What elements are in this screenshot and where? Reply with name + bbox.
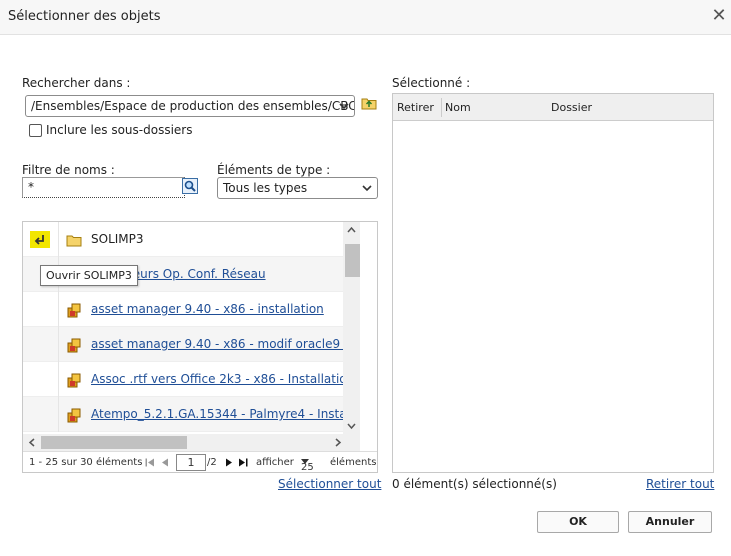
- page-size-value: 25: [301, 462, 314, 473]
- row-action-cell: [23, 292, 59, 327]
- package-icon: [67, 303, 81, 318]
- scroll-left-icon[interactable]: [28, 438, 36, 447]
- selected-panel: Retirer Nom Dossier: [392, 93, 714, 473]
- include-subfolders-label: Inclure les sous-dossiers: [46, 123, 193, 137]
- horizontal-scrollbar[interactable]: [23, 434, 360, 451]
- row-action-cell: [23, 397, 59, 432]
- scroll-right-icon[interactable]: [334, 438, 342, 447]
- page-size-select[interactable]: 25: [301, 457, 314, 472]
- cancel-button[interactable]: Annuler: [628, 511, 712, 533]
- tooltip: Ouvrir SOLIMP3: [40, 265, 138, 286]
- remove-all-link[interactable]: Retirer tout: [646, 477, 714, 491]
- items-label: éléments: [330, 457, 377, 468]
- column-header-name[interactable]: Nom: [445, 101, 471, 114]
- list-item-folder[interactable]: SOLIMP3: [23, 222, 343, 257]
- object-list-panel: SOLIMP3 Utilisateurs Op. Conf. Réseau as…: [22, 221, 378, 473]
- object-list: SOLIMP3 Utilisateurs Op. Conf. Réseau as…: [23, 222, 343, 434]
- folder-up-icon[interactable]: [361, 96, 377, 110]
- object-link[interactable]: asset manager 9.40 - x86 - installation: [91, 302, 324, 316]
- row-action-cell: [23, 222, 59, 257]
- path-select[interactable]: /Ensembles/Espace de production des ense…: [25, 95, 355, 117]
- folder-icon: [66, 235, 82, 247]
- column-divider: [441, 98, 442, 117]
- folder-name: SOLIMP3: [91, 232, 144, 246]
- list-item[interactable]: asset manager 9.40 - x86 - modif oracle9…: [23, 327, 343, 362]
- search-in-label: Rechercher dans :: [22, 76, 131, 90]
- page-number-input[interactable]: 1: [176, 454, 206, 471]
- open-folder-button[interactable]: [30, 231, 50, 248]
- row-action-cell: [23, 327, 59, 362]
- range-text: 1 - 25 sur 30 éléments: [29, 457, 143, 468]
- first-page-icon[interactable]: [145, 458, 155, 467]
- column-header-folder[interactable]: Dossier: [551, 101, 592, 114]
- object-link[interactable]: Atempo_5.2.1.GA.15344 - Palmyre4 - Insta…: [91, 407, 343, 421]
- name-filter-input[interactable]: *: [22, 177, 185, 198]
- object-link[interactable]: asset manager 9.40 - x86 - modif oracle9…: [91, 337, 343, 351]
- chevron-down-icon: [339, 103, 349, 110]
- row-action-cell: [23, 362, 59, 397]
- scroll-down-icon[interactable]: [347, 422, 356, 430]
- show-label: afficher: [256, 457, 294, 468]
- search-button[interactable]: [182, 178, 198, 194]
- object-link[interactable]: Assoc .rtf vers Office 2k3 - x86 - Insta…: [91, 372, 343, 386]
- path-value: /Ensembles/Espace de production des ense…: [31, 99, 355, 113]
- total-pages: /2: [207, 457, 217, 468]
- package-icon: [67, 338, 81, 353]
- column-header-remove[interactable]: Retirer: [397, 101, 434, 114]
- selected-count: 0 élément(s) sélectionné(s): [392, 477, 557, 491]
- select-all-link[interactable]: Sélectionner tout: [278, 477, 381, 491]
- package-icon: [67, 408, 81, 423]
- vertical-scroll-thumb[interactable]: [345, 244, 360, 277]
- type-value: Tous les types: [223, 181, 308, 195]
- vertical-scrollbar[interactable]: [343, 222, 360, 434]
- dialog-title: Sélectionner des objets: [8, 9, 161, 24]
- pagination-bar: 1 - 25 sur 30 éléments 1 /2 afficher 25 …: [23, 451, 377, 472]
- type-select[interactable]: Tous les types: [217, 177, 378, 199]
- search-icon: [184, 180, 196, 192]
- next-page-icon[interactable]: [224, 458, 234, 467]
- list-item[interactable]: Atempo_5.2.1.GA.15344 - Palmyre4 - Insta…: [23, 397, 343, 432]
- ok-button[interactable]: OK: [537, 511, 619, 533]
- horizontal-scroll-thumb[interactable]: [41, 436, 187, 449]
- selected-label: Sélectionné :: [392, 76, 471, 90]
- name-filter-label: Filtre de noms :: [22, 163, 115, 177]
- package-icon: [67, 373, 81, 388]
- dialog-titlebar: Sélectionner des objets ✕: [0, 0, 731, 35]
- scroll-up-icon[interactable]: [347, 226, 356, 234]
- close-icon[interactable]: ✕: [709, 6, 729, 26]
- last-page-icon[interactable]: [238, 458, 248, 467]
- prev-page-icon[interactable]: [160, 458, 170, 467]
- chevron-down-icon: [362, 185, 372, 192]
- type-filter-label: Éléments de type :: [217, 163, 331, 177]
- back-arrow-icon: [34, 235, 44, 245]
- list-item[interactable]: asset manager 9.40 - x86 - installation: [23, 292, 343, 327]
- list-item[interactable]: Assoc .rtf vers Office 2k3 - x86 - Insta…: [23, 362, 343, 397]
- include-subfolders-checkbox[interactable]: [29, 124, 42, 137]
- selected-table-header: Retirer Nom Dossier: [393, 94, 713, 121]
